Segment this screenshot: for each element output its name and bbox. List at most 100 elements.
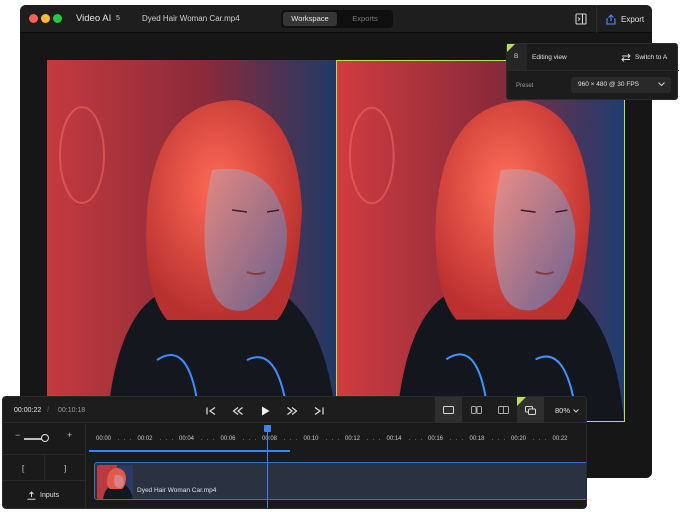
ruler-tick-dot: [118, 439, 119, 440]
zoom-dropdown[interactable]: 80%: [555, 406, 579, 415]
clip-name: Dyed Hair Woman Car.mp4: [137, 487, 217, 494]
ruler-tick-dot: [497, 439, 499, 440]
ruler-tick-label: 00:04: [179, 436, 195, 442]
ruler-tick-label: 00:22: [552, 436, 568, 442]
single-view-icon: [443, 406, 454, 414]
ruler-tick-dot: [130, 439, 131, 440]
ruler-tick-label: 00:16: [428, 436, 444, 442]
enhanced-video-frame[interactable]: [336, 60, 625, 422]
ruler-tick-dot: [337, 439, 339, 440]
skip-to-end-icon[interactable]: [312, 404, 326, 418]
editing-view-popover: B Editing view Switch to A Preset 960 × …: [506, 43, 679, 100]
app-title: Video AI: [76, 13, 112, 24]
single-view-button[interactable]: [435, 397, 462, 423]
controls-divider: [44, 455, 45, 480]
playhead-line: [267, 427, 268, 508]
ruler-tick-dot: [450, 439, 451, 440]
controls-divider: [3, 480, 86, 481]
set-in-point-button[interactable]: [: [22, 464, 24, 473]
popover-divider: [507, 70, 679, 71]
play-icon[interactable]: [258, 404, 272, 418]
ruler-tick-dot: [207, 439, 208, 440]
timeline-zoom-out-icon[interactable]: −: [15, 430, 20, 440]
preset-label: Preset: [516, 83, 534, 89]
active-corner-marker: [507, 44, 515, 52]
ruler-tick-dot: [290, 439, 291, 440]
view-tabs: Workspace Exports: [281, 10, 393, 28]
ruler-tick-dot: [456, 439, 457, 440]
transport-bar: 00:00:22 / 00:10:18 80%: [3, 397, 586, 423]
ruler-progress-bar: [89, 450, 290, 452]
ruler-tick-label: 00:02: [137, 436, 153, 442]
ruler-tick-dot: [420, 439, 422, 440]
ruler-tick-dot: [545, 439, 546, 440]
ruler-tick-dot: [503, 439, 505, 440]
side-by-side-icon: [471, 406, 482, 414]
chevron-down-icon: [573, 408, 579, 413]
total-time: 00:10:18: [58, 407, 86, 414]
switch-view-label: Switch to A: [635, 54, 668, 61]
ruler-tick-label: 00:10: [303, 436, 319, 442]
compare-view-button[interactable]: [517, 397, 544, 423]
current-time: 00:00:22: [14, 407, 42, 414]
step-back-icon[interactable]: [231, 404, 245, 418]
share-icon: [606, 13, 616, 25]
zoom-window-button[interactable]: [53, 14, 62, 23]
ruler-tick-dot: [284, 439, 285, 440]
ruler-tick-dot: [331, 439, 333, 440]
tab-exports[interactable]: Exports: [338, 12, 392, 26]
set-out-point-button[interactable]: ]: [64, 464, 66, 473]
timeline-clip[interactable]: Dyed Hair Woman Car.mp4: [94, 462, 586, 500]
video-frame-image: [337, 61, 624, 421]
ruler-tick-dot: [124, 439, 125, 440]
ruler-tick-dot: [414, 439, 416, 440]
ruler-tick-dot: [491, 439, 493, 440]
export-button[interactable]: Export: [606, 12, 644, 26]
titlebar-divider: [596, 5, 597, 33]
split-view-button[interactable]: [490, 397, 517, 423]
ruler-tick-dot: [462, 439, 463, 440]
time-separator: /: [47, 405, 50, 414]
inputs-label: Inputs: [40, 492, 60, 499]
ruler-tick-dot: [325, 439, 327, 440]
playhead-handle[interactable]: [264, 425, 271, 432]
ruler-tick-dot: [539, 439, 540, 440]
active-corner-marker: [517, 397, 526, 406]
minimize-window-button[interactable]: [41, 14, 50, 23]
ruler-tick-label: 00:20: [511, 436, 527, 442]
skip-to-start-icon[interactable]: [204, 404, 218, 418]
step-forward-icon[interactable]: [285, 404, 299, 418]
original-video-frame[interactable]: [47, 60, 336, 422]
count-badge[interactable]: 5: [112, 12, 124, 25]
chevron-down-icon: [658, 82, 665, 87]
switch-view-button[interactable]: Switch to A: [621, 53, 667, 62]
swap-icon: [621, 53, 631, 62]
inputs-button[interactable]: Inputs: [27, 491, 59, 500]
close-window-button[interactable]: [29, 14, 38, 23]
ruler-tick-dot: [408, 439, 410, 440]
video-frame-image: [47, 60, 336, 422]
timeline-ruler[interactable]: 00:00 00:02 00:04 00:06 00:08 00:10 00:12 00:14…: [87, 424, 586, 452]
compare-view-icon: [525, 406, 536, 415]
preset-select[interactable]: 960 × 480 @ 30 FPS: [571, 77, 671, 93]
ruler-tick-dot: [213, 439, 214, 440]
view-b-indicator: B: [507, 44, 527, 70]
side-by-side-view-button[interactable]: [463, 397, 490, 423]
ruler-tick-label: 00:12: [345, 436, 361, 442]
ruler-tick-dot: [171, 439, 173, 440]
ruler-tick-dot: [248, 439, 250, 440]
toggle-panel-icon[interactable]: [573, 11, 589, 27]
ruler-tick-dot: [373, 439, 374, 440]
ruler-tick-label: 00:14: [386, 436, 402, 442]
ruler-tick-dot: [159, 439, 161, 440]
timeline-zoom-handle[interactable]: [41, 434, 49, 442]
titlebar: Video AI 5 Dyed Hair Woman Car.mp4 Works…: [20, 5, 652, 33]
clip-thumbnail: [97, 465, 133, 499]
ruler-tick-dot: [242, 439, 244, 440]
timeline-controls: − + [ ] Inputs: [3, 424, 86, 508]
ruler-tick-dot: [533, 439, 534, 440]
tab-workspace[interactable]: Workspace: [283, 12, 337, 26]
preset-value: 960 × 480 @ 30 FPS: [578, 81, 639, 88]
timeline-zoom-in-icon[interactable]: +: [67, 430, 72, 440]
ruler-tick-dot: [254, 439, 256, 440]
